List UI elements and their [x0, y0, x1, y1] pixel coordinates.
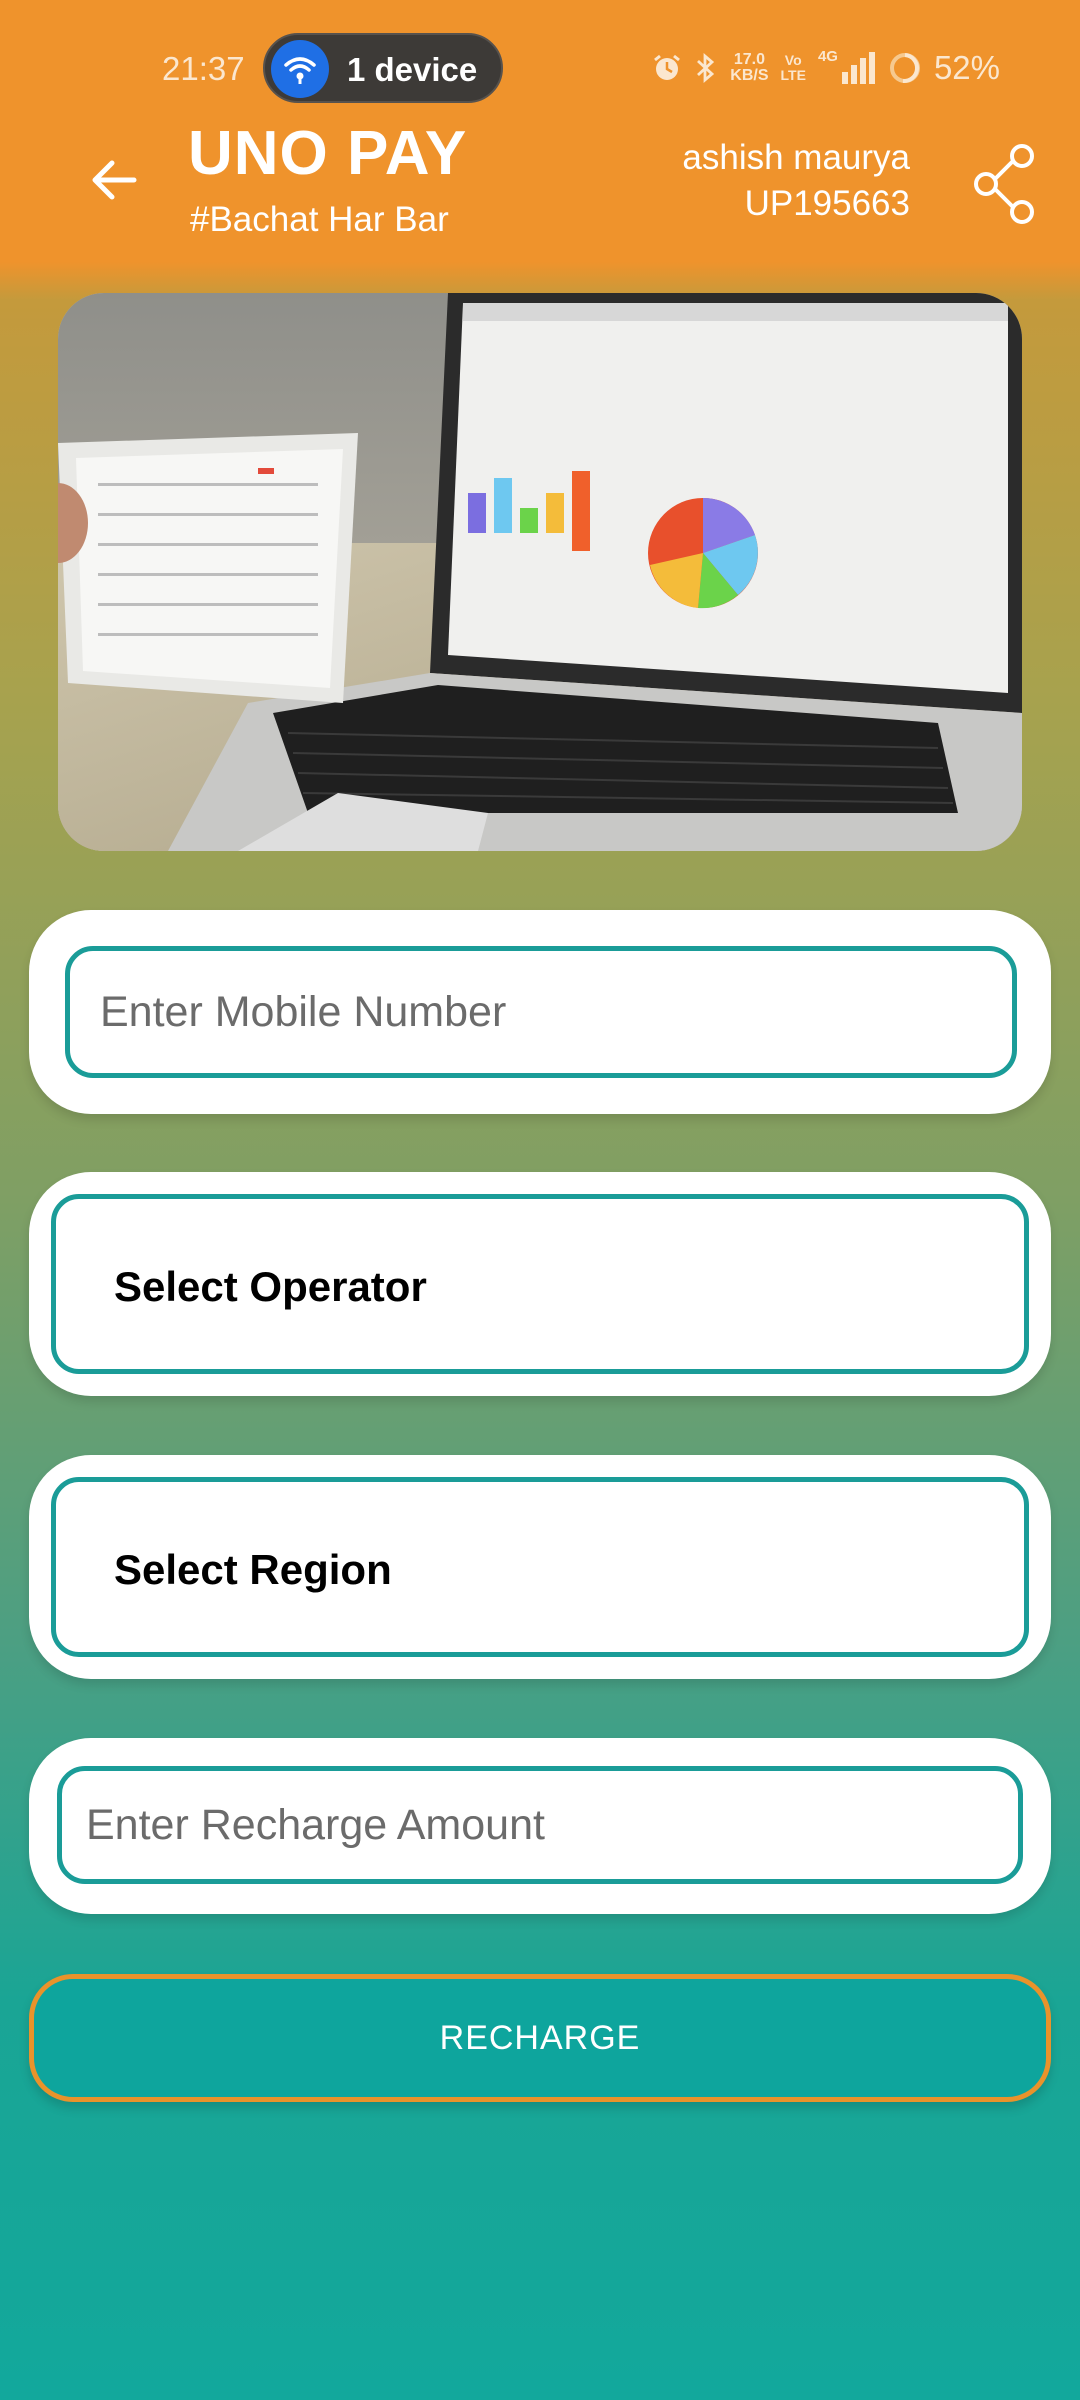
- operator-label: Select Operator: [114, 1263, 427, 1310]
- region-card: Select Region: [29, 1455, 1051, 1679]
- laptop-tablet-photo: [58, 293, 1022, 851]
- battery-ring-icon: [889, 53, 920, 84]
- mobile-number-field[interactable]: [65, 946, 1017, 1078]
- recharge-button[interactable]: RECHARGE: [29, 1974, 1051, 2102]
- hotspot-indicator[interactable]: 1 device: [263, 33, 503, 103]
- volte-bottom: LTE: [780, 67, 806, 83]
- wifi-hotspot-icon: [271, 40, 329, 98]
- amount-card: [29, 1738, 1051, 1914]
- user-name: ashish maurya: [682, 138, 910, 177]
- amount-field[interactable]: [57, 1766, 1023, 1884]
- app-tagline: #Bachat Har Bar: [190, 200, 449, 239]
- speed-value: 17.0: [733, 51, 765, 68]
- mobile-number-input[interactable]: [70, 951, 1012, 1073]
- hero-image: [58, 293, 1022, 851]
- region-label: Select Region: [114, 1546, 392, 1593]
- recharge-amount-input[interactable]: [62, 1771, 1018, 1879]
- share-icon[interactable]: [972, 144, 1038, 224]
- status-icons: 17.0 KB/S Vo LTE 4G 52%: [652, 48, 1000, 88]
- bluetooth-icon: [697, 52, 715, 84]
- volte-top: Vo: [784, 52, 802, 68]
- speed-unit: KB/S: [730, 67, 769, 84]
- alarm-icon: [654, 54, 681, 80]
- network-speed: 17.0 KB/S: [730, 52, 768, 84]
- user-id: UP195663: [744, 184, 910, 223]
- volte-indicator: Vo LTE: [781, 53, 806, 83]
- operator-select[interactable]: Select Operator: [51, 1194, 1029, 1374]
- mobile-number-card: [29, 910, 1051, 1114]
- status-bar: 21:37 1 device 17.0 KB/S Vo LTE 4G 52%: [0, 30, 1080, 106]
- region-select[interactable]: Select Region: [51, 1477, 1029, 1657]
- operator-card: Select Operator: [29, 1172, 1051, 1396]
- hotspot-label: 1 device: [347, 51, 478, 88]
- status-time: 21:37: [162, 50, 245, 87]
- back-arrow-icon[interactable]: [84, 150, 144, 210]
- battery-percent: 52%: [933, 49, 1000, 86]
- signal-icon: 4G: [818, 48, 876, 86]
- app-title: UNO PAY: [188, 119, 468, 188]
